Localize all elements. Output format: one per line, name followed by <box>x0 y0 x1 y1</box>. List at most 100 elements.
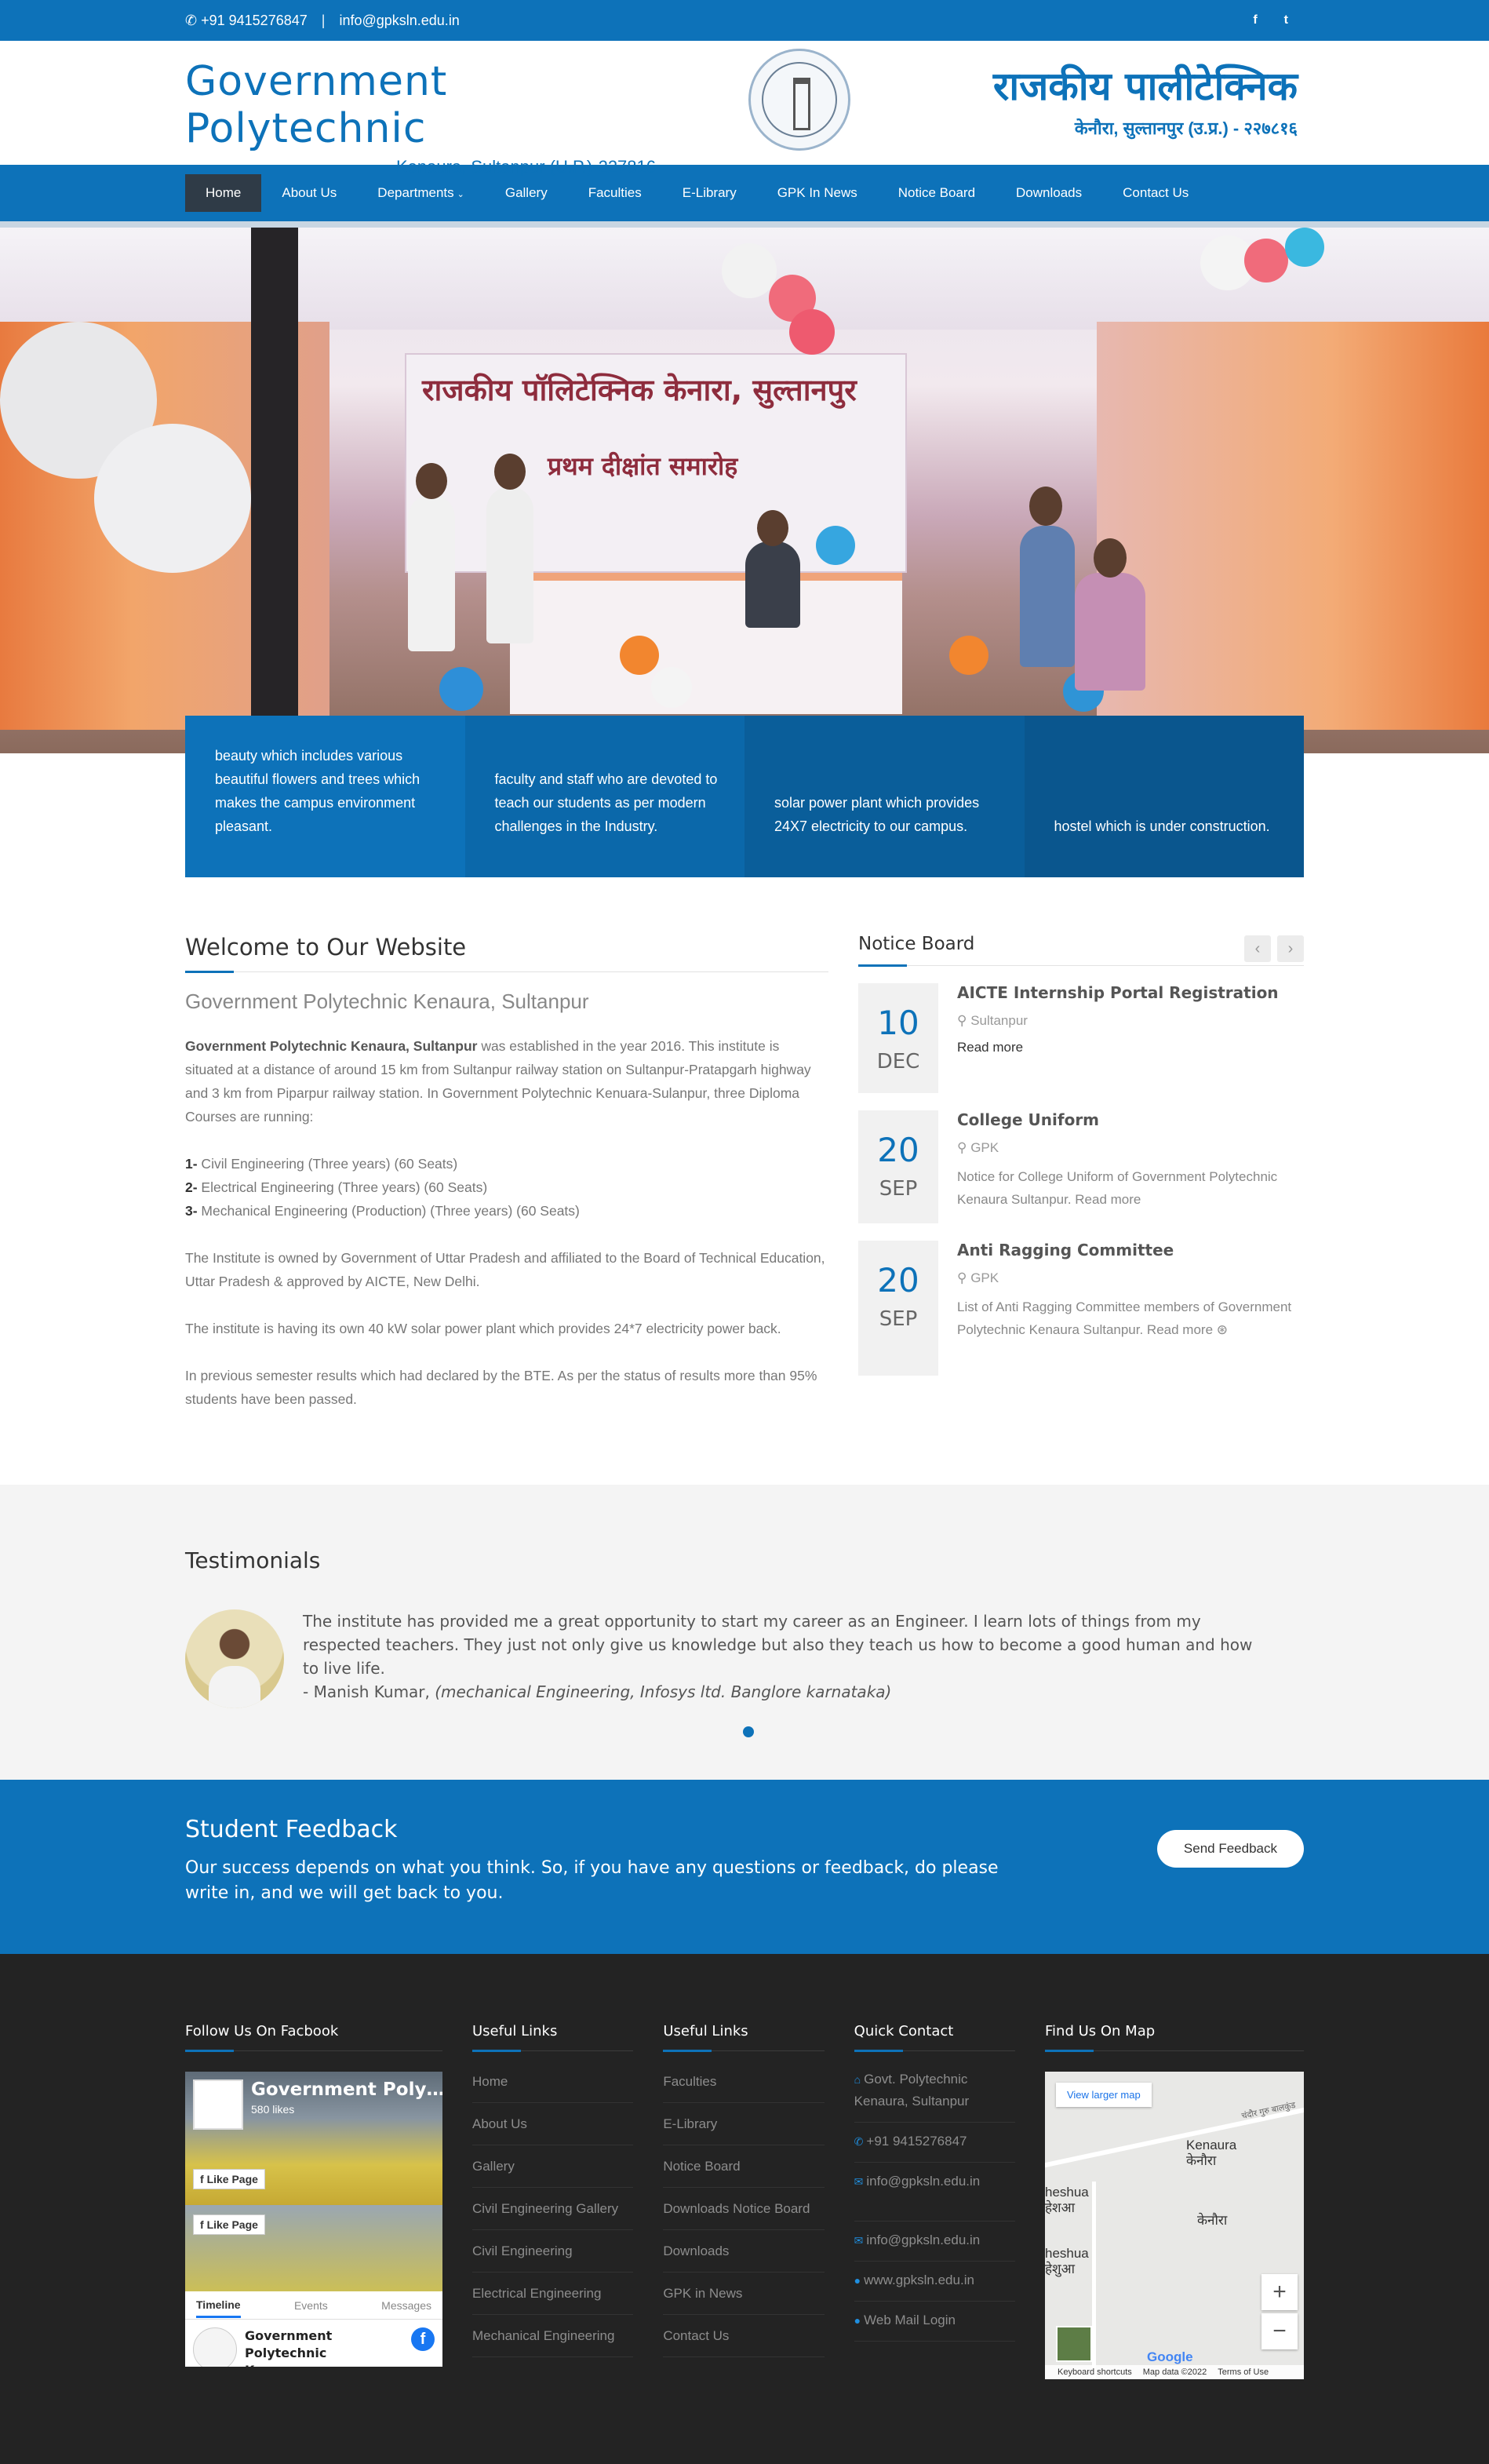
useful-links-heading: Useful Links <box>663 2023 825 2052</box>
notice-title[interactable]: AICTE Internship Portal Registration <box>957 983 1279 1002</box>
footer-link[interactable]: Electrical Engineering <box>472 2273 634 2315</box>
facebook-page-name[interactable]: Government Poly… <box>251 2079 442 2100</box>
site-title-hi: राजकीय पालीटेक्निक <box>992 64 1298 109</box>
nav-item-label: Contact Us <box>1123 185 1189 200</box>
map-heading: Find Us On Map <box>1044 2023 1304 2052</box>
notice-item[interactable]: 20 SEP Anti Ragging Committee ⚲ GPK List of … <box>858 1241 1304 1376</box>
email-link[interactable]: info@gpksln.edu.in <box>339 13 459 29</box>
read-more-link[interactable]: Read more <box>957 1040 1279 1055</box>
facebook-like-button[interactable]: f Like Page <box>193 2214 265 2235</box>
notice-title[interactable]: Anti Ragging Committee <box>957 1241 1304 1259</box>
quick-phone[interactable]: ✆ +91 9415276847 <box>854 2123 1015 2163</box>
nav-item-departments[interactable]: Departments ⌄ <box>357 174 485 212</box>
footer-link[interactable]: Gallery <box>472 2145 634 2188</box>
nav-item-e-library[interactable]: E-Library <box>662 174 757 212</box>
nav-item-label: E-Library <box>682 185 737 200</box>
quick-email[interactable]: ✉ info@gpksln.edu.in <box>854 2222 1015 2262</box>
college-logo[interactable] <box>748 49 850 151</box>
course-list: 1- Civil Engineering (Three years) (60 S… <box>185 1152 828 1223</box>
footer-link[interactable]: Mechanical Engineering <box>472 2315 634 2357</box>
feature-box[interactable]: beauty which includes various beautiful … <box>185 716 465 877</box>
facebook-cover-repeat: f Like Page <box>185 2205 442 2291</box>
send-feedback-button[interactable]: Send Feedback <box>1156 1830 1304 1868</box>
map-attribution: Keyboard shortcuts Map data ©2022 Terms … <box>1044 2365 1304 2379</box>
mail-icon: ✉ <box>854 2234 864 2247</box>
nav-item-gpk-in-news[interactable]: GPK In News <box>757 174 878 212</box>
prev-arrow-icon[interactable]: ‹ <box>1244 935 1271 962</box>
feature-box[interactable]: faculty and staff who are devoted to tea… <box>464 716 744 877</box>
balloon <box>1244 239 1288 282</box>
brand-english[interactable]: Government Polytechnic Kenaura, Sultanpu… <box>185 58 656 177</box>
nav-item-label: Gallery <box>504 185 548 200</box>
feature-text: hostel which is under construction. <box>1054 818 1270 834</box>
footer-link[interactable]: Civil Engineering <box>472 2230 634 2273</box>
footer-link[interactable]: GPK in News <box>663 2273 825 2315</box>
satellite-toggle[interactable] <box>1055 2326 1092 2362</box>
twitter-icon[interactable]: t <box>1284 13 1288 27</box>
notice-day: 10 <box>877 1004 919 1042</box>
balloon <box>816 526 855 565</box>
nav-item-home[interactable]: Home <box>185 174 262 212</box>
footer-map: Find Us On Map चंदौर गुरु बालकुंड View l… <box>1044 2023 1304 2379</box>
footer-link[interactable]: Downloads Notice Board <box>663 2188 825 2230</box>
zoom-in-button[interactable]: + <box>1261 2274 1298 2310</box>
notice-description: List of Anti Ragging Committee members o… <box>957 1299 1292 1337</box>
tab-timeline[interactable]: Timeline <box>196 2292 241 2318</box>
footer-link[interactable]: Home <box>472 2061 634 2103</box>
footer-link[interactable]: Civil Engineering Gallery <box>472 2188 634 2230</box>
arrow-circle-icon[interactable]: ⊛ <box>1217 1322 1228 1337</box>
footer-link[interactable]: Contact Us <box>663 2315 825 2357</box>
facebook-icon[interactable]: f <box>1253 13 1257 27</box>
nav-item-notice-board[interactable]: Notice Board <box>878 174 996 212</box>
notice-location: ⚲ Sultanpur <box>957 1013 1028 1028</box>
nav-item-about-us[interactable]: About Us <box>261 174 357 212</box>
zoom-out-button[interactable]: − <box>1261 2313 1298 2349</box>
terms-link[interactable]: Terms of Use <box>1218 2367 1269 2377</box>
facebook-post: Government Polytechnic Kenaura, f <box>185 2320 442 2367</box>
facebook-widget[interactable]: Government Poly… 580 likes f Like Page f… <box>185 2072 442 2367</box>
map-place-label: केनौरा <box>1196 2213 1228 2228</box>
nav-item-label: GPK In News <box>777 185 857 200</box>
feedback-section: Student Feedback Our success depends on … <box>0 1780 1489 1954</box>
footer-link[interactable]: E-Library <box>663 2103 825 2145</box>
tab-messages[interactable]: Messages <box>381 2299 431 2312</box>
notice-day: 20 <box>877 1261 919 1299</box>
tab-events[interactable]: Events <box>294 2299 328 2312</box>
facebook-post-name[interactable]: Government Polytechnic Kenaura, <box>245 2327 370 2367</box>
google-map[interactable]: चंदौर गुरु बालकुंड View larger map Kenau… <box>1044 2072 1304 2379</box>
phone-link[interactable]: ✆ +91 9415276847 <box>185 13 308 29</box>
map-place-label: heshua हेशआ <box>1044 2185 1089 2215</box>
quick-webmail[interactable]: ● Web Mail Login <box>854 2302 1015 2342</box>
welcome-para-results: In previous semester results which had d… <box>185 1368 817 1407</box>
nav-item-gallery[interactable]: Gallery <box>485 174 568 212</box>
nav-item-contact-us[interactable]: Contact Us <box>1102 174 1209 212</box>
balloon <box>722 243 777 298</box>
footer-link[interactable]: Notice Board <box>663 2145 825 2188</box>
nav-item-downloads[interactable]: Downloads <box>996 174 1102 212</box>
keyboard-shortcuts-link[interactable]: Keyboard shortcuts <box>1058 2367 1132 2377</box>
notice-board: Notice Board ‹ › 10 DEC AICTE Internship P… <box>858 934 1304 1376</box>
feature-box[interactable]: solar power plant which provides 24X7 el… <box>744 716 1025 877</box>
welcome-para-affiliation: The Institute is owned by Government of … <box>185 1250 825 1289</box>
feature-text: faculty and staff who are devoted to tea… <box>494 771 718 834</box>
next-arrow-icon[interactable]: › <box>1277 935 1304 962</box>
person-figure <box>1075 573 1145 691</box>
footer-link[interactable]: Downloads <box>663 2230 825 2273</box>
footer-link[interactable]: About Us <box>472 2103 634 2145</box>
notice-description: Notice for College Uniform of Government… <box>957 1169 1278 1207</box>
notice-title[interactable]: College Uniform <box>957 1110 1304 1129</box>
footer-link[interactable]: Faculties <box>663 2061 825 2103</box>
welcome-subheading: Government Polytechnic Kenaura, Sultanpu… <box>185 990 589 1013</box>
quick-email[interactable]: ✉ info@gpksln.edu.in <box>854 2163 1015 2222</box>
view-larger-map-link[interactable]: View larger map <box>1055 2083 1152 2107</box>
feature-box[interactable]: hostel which is under construction. <box>1024 716 1304 877</box>
map-road-label: चंदौर गुरु बालकुंड <box>1240 2100 1297 2122</box>
notice-item[interactable]: 10 DEC AICTE Internship Portal Registratio… <box>858 983 1304 1093</box>
carousel-dot[interactable] <box>743 1726 754 1737</box>
quick-website[interactable]: ● www.gpksln.edu.in <box>854 2262 1015 2302</box>
notice-content: AICTE Internship Portal Registration ⚲ Su… <box>957 983 1279 1093</box>
globe-icon: ● <box>854 2314 861 2327</box>
notice-item[interactable]: 20 SEP College Uniform ⚲ GPK Notice for Coll… <box>858 1110 1304 1223</box>
facebook-like-button[interactable]: f Like Page <box>193 2169 265 2189</box>
nav-item-faculties[interactable]: Faculties <box>568 174 662 212</box>
